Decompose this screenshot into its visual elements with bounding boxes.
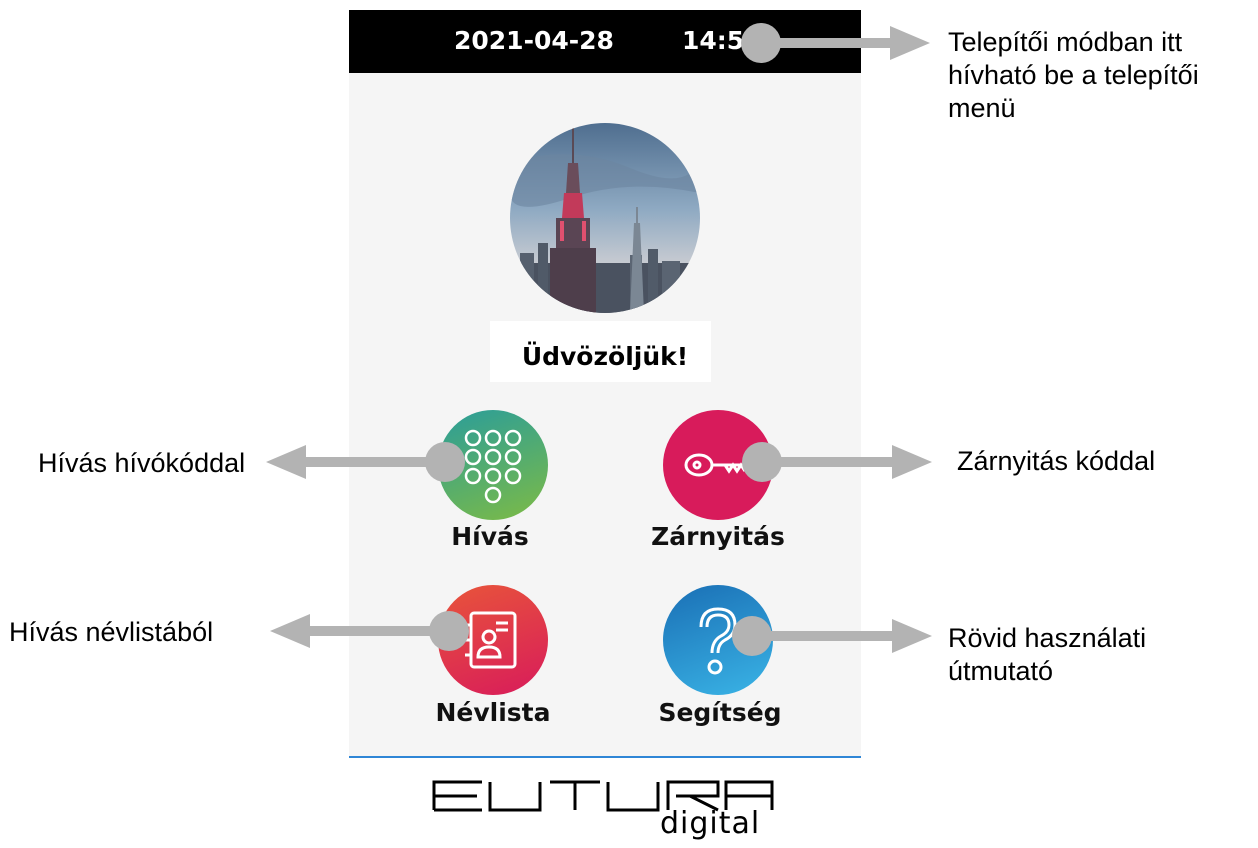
annotation-guide-line2: útmutató bbox=[948, 656, 1054, 686]
unlock-hotspot bbox=[742, 442, 782, 482]
annotation-arrows bbox=[266, 26, 932, 653]
annotation-installer: Telepítői módban itt hívható be a telepí… bbox=[948, 26, 1199, 125]
annotation-guide-line1: Rövid használati bbox=[948, 623, 1147, 653]
call-hotspot bbox=[425, 442, 465, 482]
annotation-call-code: Hívás hívókóddal bbox=[38, 448, 246, 478]
annotation-installer-line3: menü bbox=[948, 93, 1016, 123]
installer-hotspot[interactable] bbox=[741, 23, 781, 63]
annotation-installer-line2: hívható be a telepítői bbox=[948, 60, 1199, 90]
annotation-call-list: Hívás névlistából bbox=[9, 617, 214, 647]
help-hotspot bbox=[732, 616, 772, 656]
annotation-guide: Rövid használati útmutató bbox=[948, 622, 1146, 688]
directory-hotspot bbox=[429, 611, 469, 651]
annotation-unlock-code: Zárnyitás kóddal bbox=[957, 446, 1156, 476]
annotation-installer-line1: Telepítői módban itt bbox=[948, 27, 1183, 57]
